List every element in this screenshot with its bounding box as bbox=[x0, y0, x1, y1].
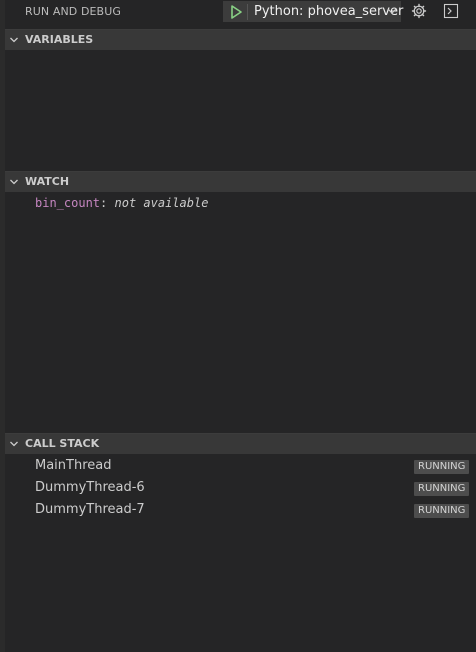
launch-config-select[interactable]: Python: phovea_server bbox=[223, 1, 403, 22]
play-icon[interactable] bbox=[229, 4, 243, 20]
debug-toolbar: RUN AND DEBUG Python: phovea_server bbox=[5, 0, 476, 24]
thread-name: MainThread bbox=[35, 458, 112, 473]
watch-expression-name: bin_count bbox=[35, 196, 101, 210]
watch-expression-colon: : bbox=[100, 196, 108, 210]
chevron-down-icon bbox=[10, 37, 18, 43]
watch-section-header[interactable]: WATCH bbox=[5, 171, 476, 192]
debug-panel: RUN AND DEBUG Python: phovea_server VARI… bbox=[5, 0, 476, 652]
terminal-icon[interactable] bbox=[443, 3, 459, 19]
section-title: WATCH bbox=[25, 175, 70, 188]
chevron-down-icon bbox=[10, 441, 18, 447]
section-title: CALL STACK bbox=[25, 437, 100, 450]
launch-config-label[interactable]: Python: phovea_server bbox=[254, 4, 403, 19]
select-divider bbox=[247, 4, 248, 20]
thread-status-badge: RUNNING bbox=[414, 504, 470, 518]
callstack-section-header[interactable]: CALL STACK bbox=[5, 433, 476, 454]
thread-row[interactable]: MainThread RUNNING bbox=[5, 456, 476, 478]
thread-row[interactable]: DummyThread-6 RUNNING bbox=[5, 478, 476, 500]
view-title: RUN AND DEBUG bbox=[25, 5, 121, 18]
thread-row[interactable]: DummyThread-7 RUNNING bbox=[5, 500, 476, 522]
chevron-down-icon[interactable] bbox=[387, 6, 397, 16]
chevron-down-icon bbox=[10, 179, 18, 185]
thread-name: DummyThread-7 bbox=[35, 502, 145, 517]
gear-icon[interactable] bbox=[411, 3, 427, 19]
thread-status-badge: RUNNING bbox=[414, 460, 470, 474]
thread-name: DummyThread-6 bbox=[35, 480, 145, 495]
watch-expression-value: not available bbox=[114, 196, 209, 210]
thread-status-badge: RUNNING bbox=[414, 482, 470, 496]
section-title: VARIABLES bbox=[25, 33, 94, 46]
variables-section-header[interactable]: VARIABLES bbox=[5, 29, 476, 50]
watch-expression[interactable]: bin_count: not available bbox=[35, 196, 208, 210]
